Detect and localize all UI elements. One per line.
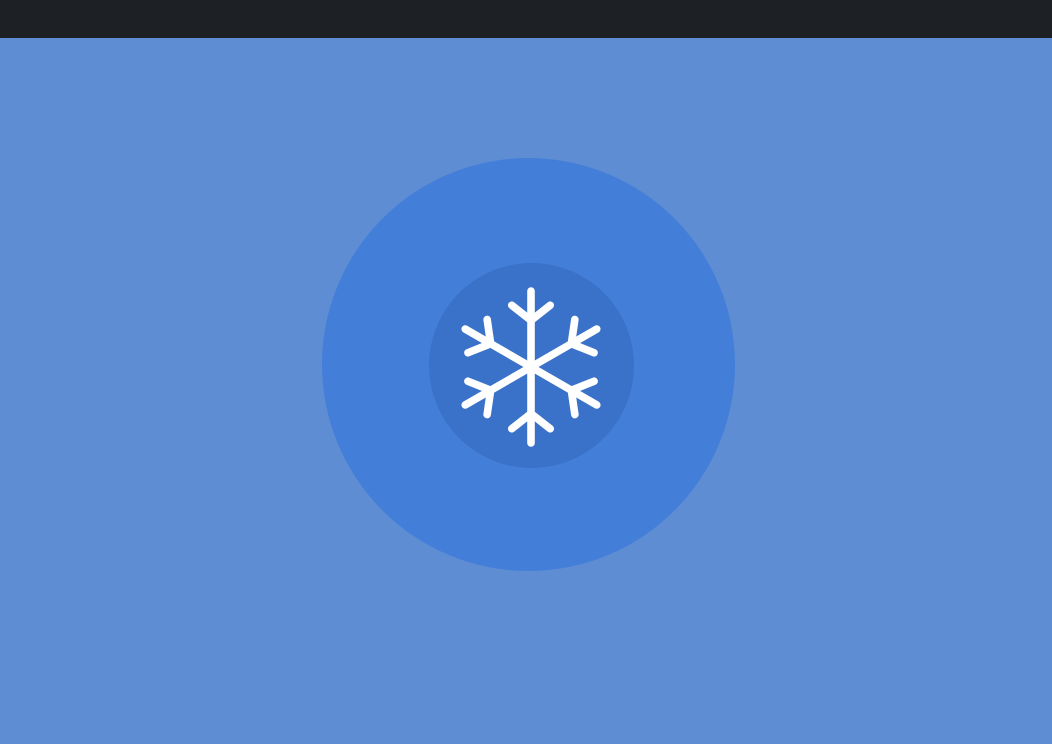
main-stage bbox=[0, 38, 1052, 744]
snowflake-icon bbox=[450, 286, 612, 448]
top-bar bbox=[0, 0, 1052, 38]
